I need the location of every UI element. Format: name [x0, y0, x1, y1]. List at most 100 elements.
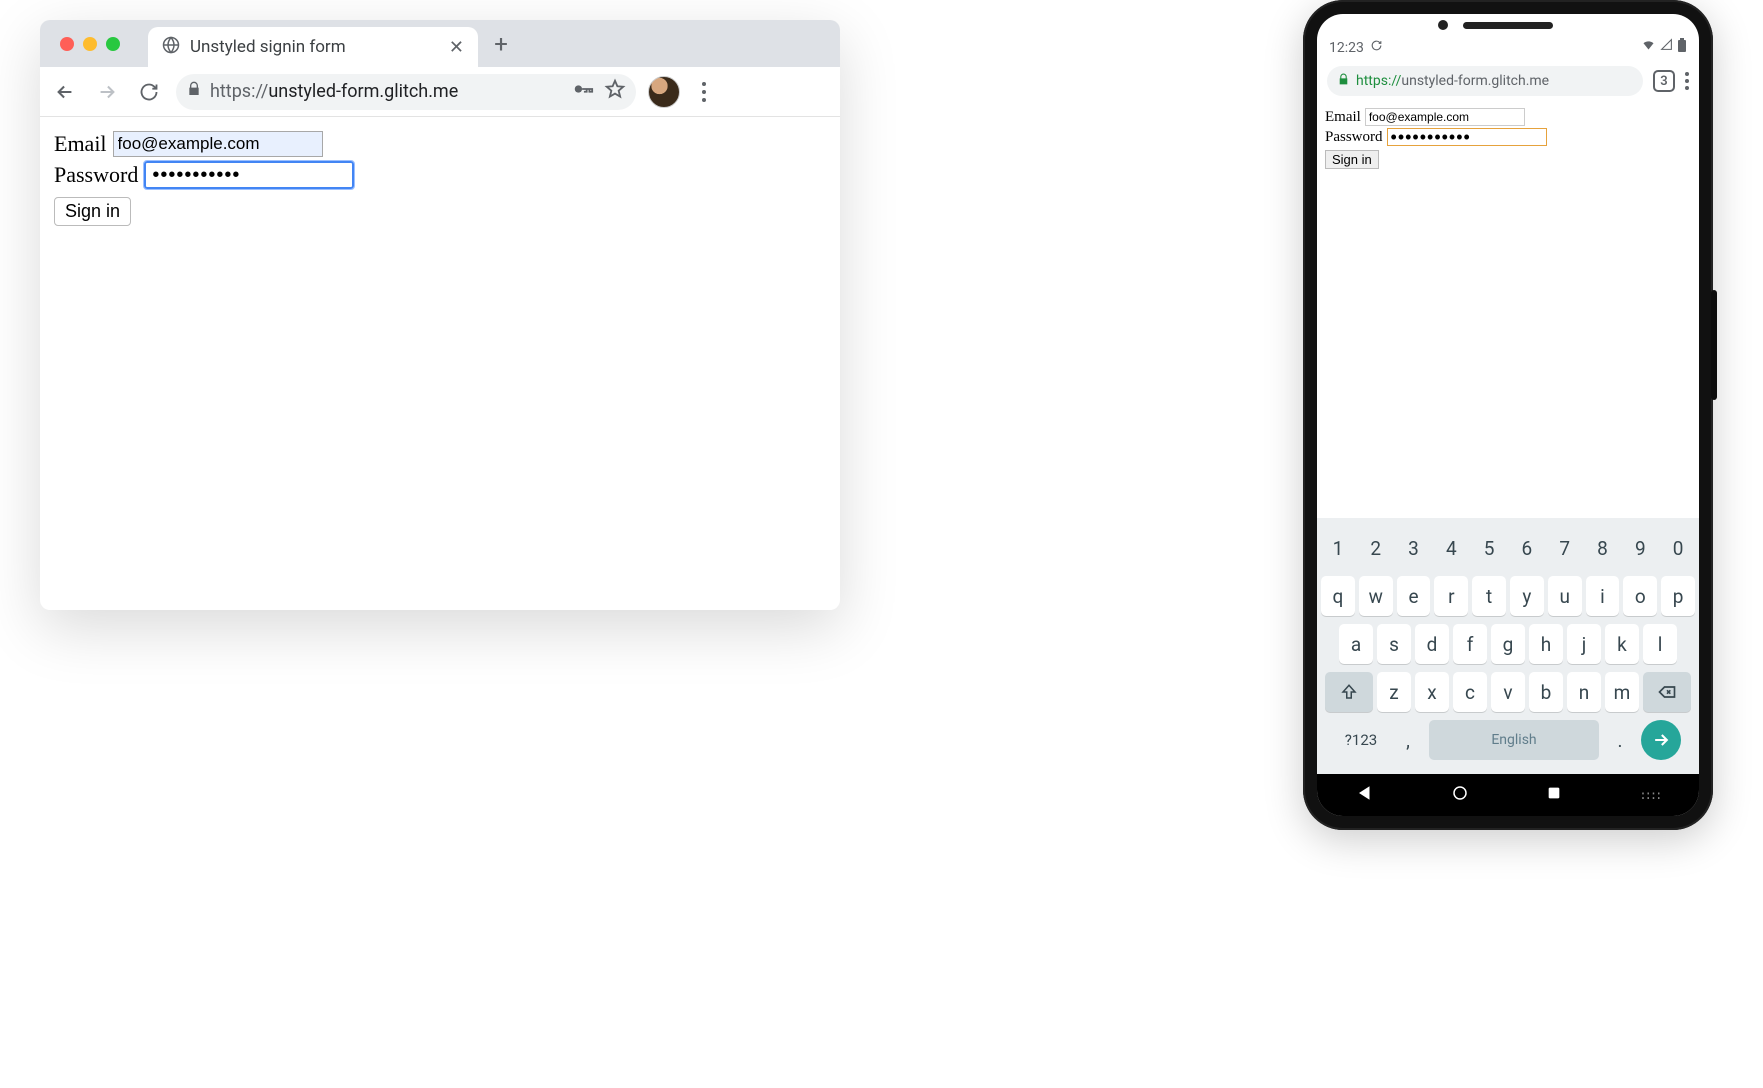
- desktop-browser-window: Unstyled signin form ✕ + https://unstyle…: [40, 20, 840, 610]
- key-1[interactable]: 1: [1321, 528, 1355, 568]
- key-n[interactable]: n: [1567, 672, 1601, 712]
- browser-toolbar: https://unstyled-form.glitch.me: [40, 67, 840, 117]
- key-a[interactable]: a: [1339, 624, 1373, 664]
- forward-button[interactable]: [92, 77, 122, 107]
- nav-home-button[interactable]: [1451, 784, 1469, 806]
- star-icon[interactable]: [604, 78, 626, 105]
- url-protocol: https://: [210, 81, 268, 102]
- key-x[interactable]: x: [1415, 672, 1449, 712]
- status-bar: 12:23: [1317, 14, 1699, 60]
- key-8[interactable]: 8: [1586, 528, 1620, 568]
- key-3[interactable]: 3: [1397, 528, 1431, 568]
- key-s[interactable]: s: [1377, 624, 1411, 664]
- battery-icon: [1677, 38, 1687, 56]
- password-label: Password: [1325, 129, 1383, 146]
- key-j[interactable]: j: [1567, 624, 1601, 664]
- key-2[interactable]: 2: [1359, 528, 1393, 568]
- key-icon[interactable]: [572, 78, 594, 105]
- key-b[interactable]: b: [1529, 672, 1563, 712]
- signin-button[interactable]: Sign in: [54, 197, 131, 226]
- key-z[interactable]: z: [1377, 672, 1411, 712]
- sync-icon: [1370, 39, 1383, 56]
- password-field[interactable]: [144, 161, 354, 189]
- mobile-address-bar[interactable]: https://unstyled-form.glitch.me: [1327, 66, 1643, 96]
- profile-avatar[interactable]: [648, 76, 680, 108]
- back-button[interactable]: [50, 77, 80, 107]
- wifi-icon: [1641, 37, 1656, 56]
- key-e[interactable]: e: [1397, 576, 1431, 616]
- key-0[interactable]: 0: [1661, 528, 1695, 568]
- enter-key[interactable]: [1641, 720, 1681, 760]
- key-7[interactable]: 7: [1548, 528, 1582, 568]
- close-window-button[interactable]: [60, 37, 74, 51]
- clock: 12:23: [1329, 40, 1364, 56]
- address-bar[interactable]: https://unstyled-form.glitch.me: [176, 74, 636, 110]
- space-key[interactable]: English: [1429, 720, 1599, 760]
- key-p[interactable]: p: [1661, 576, 1695, 616]
- page-content: Email Password Sign in: [40, 117, 840, 240]
- key-o[interactable]: o: [1623, 576, 1657, 616]
- phone-screen: 12:23: [1317, 14, 1699, 816]
- key-r[interactable]: r: [1434, 576, 1468, 616]
- key-5[interactable]: 5: [1472, 528, 1506, 568]
- keyboard-number-row: 1234567890: [1321, 528, 1695, 568]
- mobile-url-text: https://unstyled-form.glitch.me: [1356, 73, 1549, 89]
- shift-key[interactable]: [1325, 672, 1373, 712]
- browser-tab[interactable]: Unstyled signin form ✕: [148, 27, 478, 67]
- nav-back-button[interactable]: [1356, 784, 1374, 806]
- key-4[interactable]: 4: [1434, 528, 1468, 568]
- key-u[interactable]: u: [1548, 576, 1582, 616]
- nav-keyboard-button[interactable]: ::::: [1639, 788, 1660, 802]
- minimize-window-button[interactable]: [83, 37, 97, 51]
- mobile-page-content: Email Password Sign in: [1317, 102, 1699, 518]
- mobile-menu-button[interactable]: [1685, 72, 1689, 90]
- url-text: https://unstyled-form.glitch.me: [210, 81, 458, 102]
- key-i[interactable]: i: [1586, 576, 1620, 616]
- key-d[interactable]: d: [1415, 624, 1449, 664]
- email-label: Email: [54, 131, 107, 157]
- key-f[interactable]: f: [1453, 624, 1487, 664]
- key-v[interactable]: v: [1491, 672, 1525, 712]
- maximize-window-button[interactable]: [106, 37, 120, 51]
- key-g[interactable]: g: [1491, 624, 1525, 664]
- tab-strip: Unstyled signin form ✕ +: [40, 20, 840, 67]
- key-m[interactable]: m: [1605, 672, 1639, 712]
- window-controls: [52, 37, 148, 51]
- keyboard-row-1: qwertyuiop: [1321, 576, 1695, 616]
- phone-speaker: [1463, 22, 1553, 29]
- keyboard-row-4: ?123 , English .: [1321, 720, 1695, 760]
- mode-key[interactable]: ?123: [1335, 720, 1387, 760]
- key-h[interactable]: h: [1529, 624, 1563, 664]
- signal-icon: [1660, 38, 1673, 55]
- lock-icon: [1337, 73, 1350, 90]
- power-button: [1711, 290, 1717, 400]
- key-c[interactable]: c: [1453, 672, 1487, 712]
- key-9[interactable]: 9: [1623, 528, 1657, 568]
- key-k[interactable]: k: [1605, 624, 1639, 664]
- backspace-key[interactable]: [1643, 672, 1691, 712]
- android-nav-bar: ::::: [1317, 774, 1699, 816]
- comma-key[interactable]: ,: [1391, 720, 1425, 760]
- nav-recents-button[interactable]: [1546, 785, 1562, 805]
- new-tab-button[interactable]: +: [484, 27, 518, 61]
- key-w[interactable]: w: [1359, 576, 1393, 616]
- url-protocol: https://: [1356, 73, 1401, 89]
- soft-keyboard: 1234567890 qwertyuiop asdfghjkl zxcvbnm …: [1317, 518, 1699, 774]
- email-field[interactable]: [113, 131, 323, 157]
- tab-switcher-button[interactable]: 3: [1653, 70, 1675, 92]
- key-q[interactable]: q: [1321, 576, 1355, 616]
- password-field[interactable]: [1387, 128, 1547, 146]
- keyboard-row-2: asdfghjkl: [1321, 624, 1695, 664]
- key-6[interactable]: 6: [1510, 528, 1544, 568]
- reload-button[interactable]: [134, 77, 164, 107]
- email-field[interactable]: [1365, 108, 1525, 126]
- phone-frame: 12:23: [1303, 0, 1713, 830]
- key-y[interactable]: y: [1510, 576, 1544, 616]
- key-t[interactable]: t: [1472, 576, 1506, 616]
- key-l[interactable]: l: [1643, 624, 1677, 664]
- close-tab-icon[interactable]: ✕: [449, 37, 464, 58]
- password-label: Password: [54, 162, 138, 188]
- period-key[interactable]: .: [1603, 720, 1637, 760]
- browser-menu-button[interactable]: [692, 82, 716, 102]
- signin-button[interactable]: Sign in: [1325, 150, 1379, 169]
